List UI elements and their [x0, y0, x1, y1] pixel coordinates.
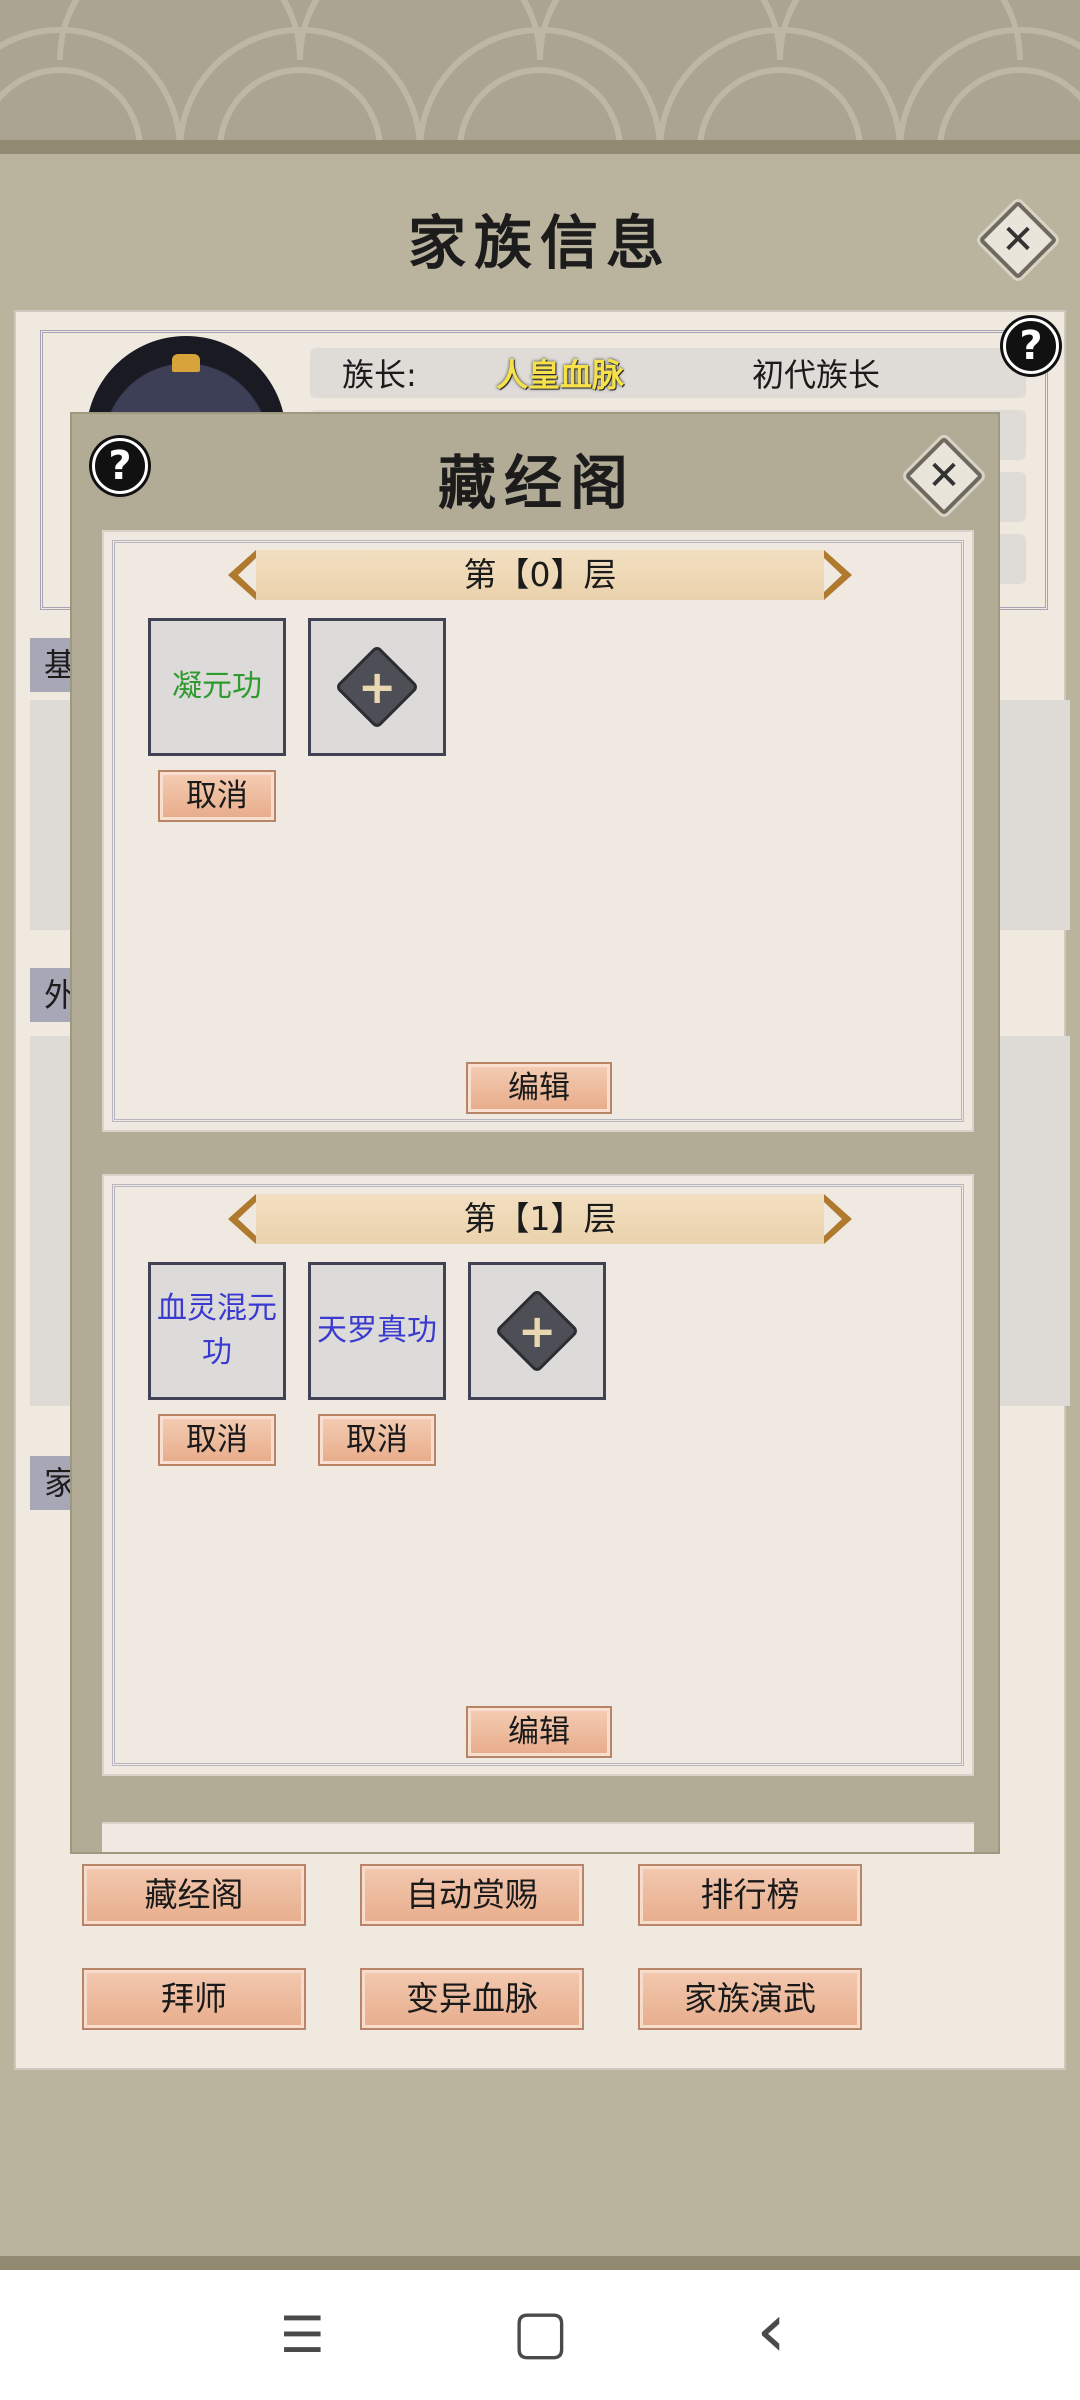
- scroll-bottom-edge: [0, 2256, 1080, 2270]
- prev-arrow-icon[interactable]: [228, 1194, 256, 1244]
- leader-name[interactable]: 人皇血脉: [496, 350, 624, 396]
- leader-label: 族长:: [342, 356, 417, 394]
- layer-header: 第【0】层: [256, 550, 824, 600]
- layer-card-partial: [102, 1822, 974, 1852]
- cancel-button[interactable]: 取消: [158, 1414, 276, 1466]
- ranking-button[interactable]: 排行榜: [638, 1864, 862, 1926]
- cancel-button[interactable]: 取消: [158, 770, 276, 822]
- wave-pattern-icon: [0, 0, 1080, 150]
- leader-row: 族长: 人皇血脉 初代族长: [310, 348, 1026, 398]
- skill-slot[interactable]: 凝元功: [148, 618, 286, 756]
- close-icon: ✕: [1001, 217, 1035, 263]
- page-title: 家族信息: [407, 209, 672, 277]
- skill-name: 天罗真功: [317, 1313, 437, 1348]
- cancel-button[interactable]: 取消: [318, 1414, 436, 1466]
- help-icon[interactable]: ?: [1003, 318, 1059, 374]
- next-arrow-icon[interactable]: [824, 1194, 852, 1244]
- back-icon[interactable]: ‹: [756, 2292, 786, 2368]
- modal-title: 藏经阁: [437, 449, 636, 517]
- help-icon[interactable]: ?: [92, 438, 148, 494]
- scroll-top-edge: [0, 140, 1080, 154]
- skill-slot[interactable]: 血灵混元功: [148, 1262, 286, 1400]
- layer-card: 第【0】层 凝元功 + 取消 编辑: [102, 530, 974, 1132]
- plus-icon: +: [494, 1288, 580, 1374]
- skill-name: 凝元功: [172, 669, 262, 704]
- close-icon: ✕: [927, 453, 961, 499]
- leader-title: 初代族长: [752, 356, 881, 394]
- layer-header: 第【1】层: [256, 1194, 824, 1244]
- layer-card: 第【1】层 血灵混元功 天罗真功 + 取消 取消 编辑: [102, 1174, 974, 1776]
- apprentice-button[interactable]: 拜师: [82, 1968, 306, 2030]
- edit-button[interactable]: 编辑: [466, 1062, 612, 1114]
- modal-close-button[interactable]: ✕: [904, 436, 984, 516]
- add-skill-slot[interactable]: +: [468, 1262, 606, 1400]
- skill-name: 血灵混元功: [157, 1291, 277, 1370]
- edit-button[interactable]: 编辑: [466, 1706, 612, 1758]
- next-arrow-icon[interactable]: [824, 550, 852, 600]
- plus-icon: +: [334, 644, 420, 730]
- library-modal: 藏经阁 ? ✕ 第【0】层 凝元功 + 取消 编辑 第【1】层 血灵混元功 天罗…: [70, 412, 1000, 1854]
- menu-icon[interactable]: ☰: [280, 2310, 325, 2360]
- family-drill-button[interactable]: 家族演武: [638, 1968, 862, 2030]
- home-icon[interactable]: ▢: [512, 2302, 569, 2362]
- top-decor-band: [0, 0, 1080, 150]
- close-button[interactable]: ✕: [978, 200, 1058, 280]
- skill-slot[interactable]: 天罗真功: [308, 1262, 446, 1400]
- system-nav-bar: ☰ ▢ ‹: [0, 2270, 1080, 2400]
- add-skill-slot[interactable]: +: [308, 618, 446, 756]
- library-button[interactable]: 藏经阁: [82, 1864, 306, 1926]
- mutate-bloodline-button[interactable]: 变异血脉: [360, 1968, 584, 2030]
- auto-reward-button[interactable]: 自动赏赐: [360, 1864, 584, 1926]
- prev-arrow-icon[interactable]: [228, 550, 256, 600]
